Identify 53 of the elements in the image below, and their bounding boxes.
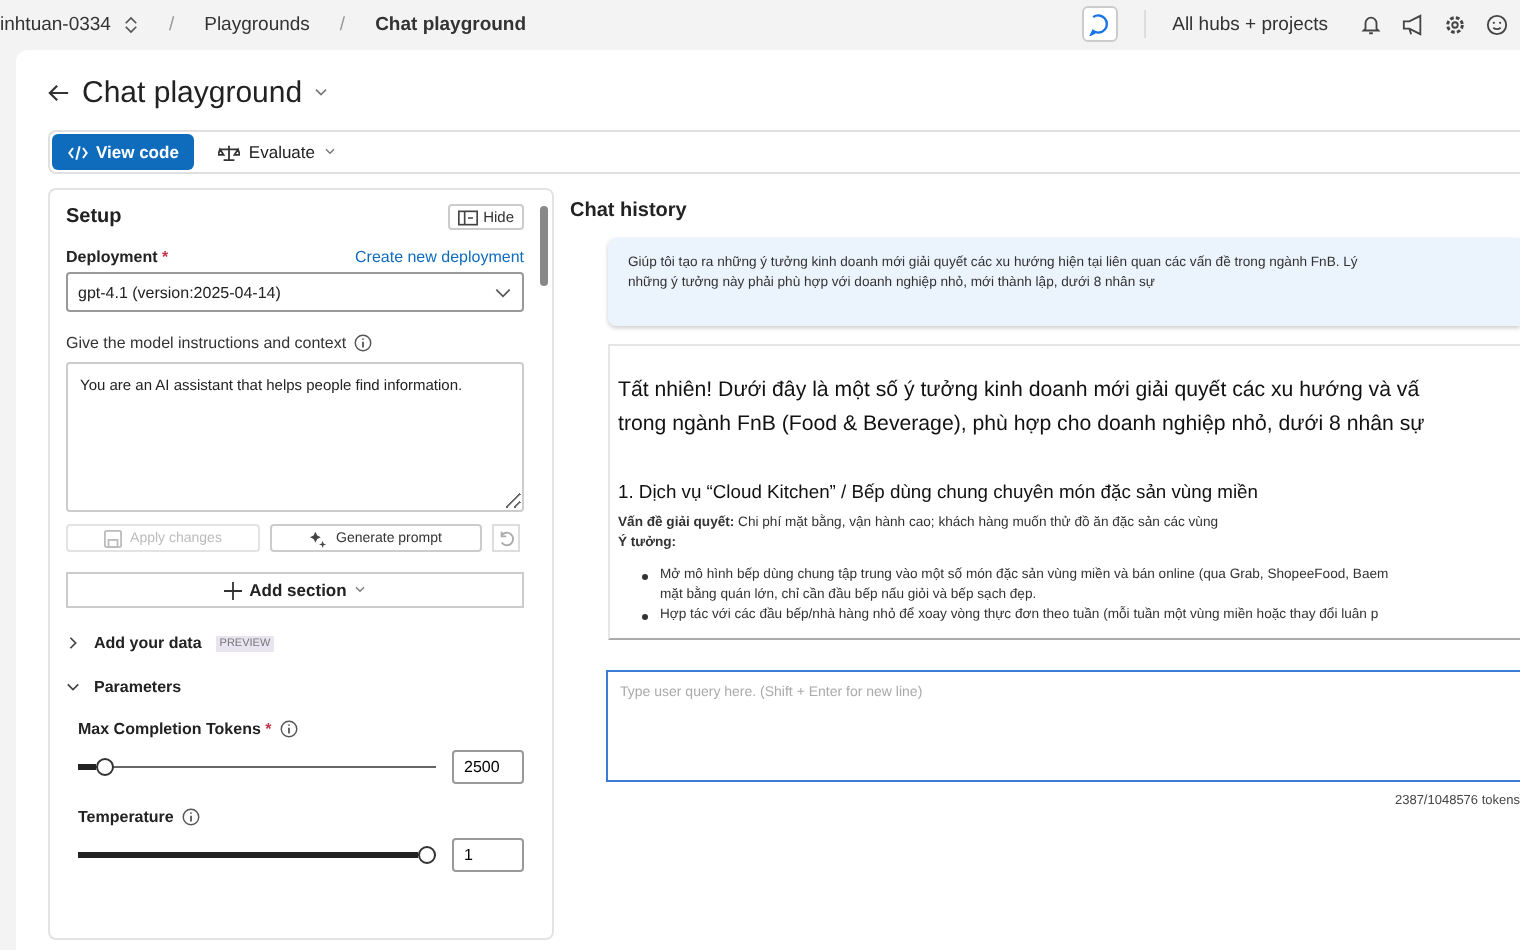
sparkle-icon — [310, 529, 329, 547]
info-icon[interactable] — [279, 720, 298, 738]
parameter-input[interactable]: 1 — [452, 838, 524, 872]
breadcrumb-separator: / — [339, 13, 346, 35]
bullet-dot — [642, 574, 648, 580]
slider-thumb[interactable] — [95, 758, 113, 776]
reply-heading: 1. Dịch vụ “Cloud Kitchen” / Bếp dùng chung chuyên món đặc sản vùng miền — [618, 480, 1260, 502]
breadcrumb-link[interactable]: inhtuan-0334 — [0, 13, 111, 35]
reply-text: Tất nhiên! Dưới đây là một số ý tưởng kinh doanh mới giải quyết các xu hướng và vấ — [618, 376, 1422, 406]
info-icon[interactable] — [354, 334, 373, 352]
settings-icon[interactable] — [1444, 13, 1466, 35]
setup-title: Setup — [66, 206, 122, 228]
deployment-dropdown[interactable]: gpt-4.1 (version:2025-04-14) — [66, 272, 524, 312]
scales-icon — [218, 143, 241, 161]
chat-history-title: Chat history — [570, 200, 689, 222]
chevron-down-icon[interactable] — [314, 87, 329, 97]
chevron-right-icon[interactable] — [66, 636, 80, 650]
page-title: Chat playground — [82, 75, 303, 109]
breadcrumb-link[interactable]: Chat playground — [375, 13, 527, 35]
back-arrow-icon[interactable] — [48, 81, 70, 103]
info-icon[interactable] — [181, 808, 200, 826]
section-header[interactable]: Add your data — [94, 634, 202, 652]
breadcrumb-link[interactable]: Playgrounds — [204, 13, 310, 35]
section-header[interactable]: Parameters — [94, 678, 182, 696]
bullet-dot — [642, 614, 648, 620]
chevron-updown-icon[interactable] — [124, 15, 139, 33]
deployment-label: Deployment * — [66, 248, 169, 266]
instructions-label: Give the model instructions and context — [66, 334, 347, 352]
bell-icon[interactable] — [1360, 13, 1382, 35]
smiley-icon[interactable] — [1486, 13, 1508, 35]
parameter-label: Temperature — [78, 808, 174, 826]
reply-text: trong ngành FnB (Food & Beverage), phù hợp cho doanh nghiệp nhỏ, dưới 8 nhân sự — [618, 410, 1427, 440]
chat-bubble-icon — [1088, 12, 1113, 36]
add-section-button[interactable]: Add section — [66, 572, 524, 608]
chevron-down-icon — [494, 287, 512, 297]
undo-icon — [497, 529, 515, 547]
parameter-input[interactable]: 2500 — [452, 750, 524, 784]
megaphone-icon[interactable] — [1402, 13, 1424, 35]
scope-link[interactable]: All hubs + projects — [1172, 13, 1328, 35]
breadcrumb-separator: / — [168, 13, 175, 35]
plus-icon — [223, 581, 242, 599]
parameter-label: Max Completion Tokens * — [78, 720, 272, 738]
view-code-button[interactable]: View code — [52, 134, 195, 170]
save-icon — [104, 529, 123, 547]
create-deployment-link[interactable]: Create new deployment — [355, 248, 524, 266]
code-icon — [68, 143, 88, 161]
chevron-down-icon — [354, 586, 367, 594]
chevron-down-icon — [323, 148, 336, 156]
slider-thumb[interactable] — [418, 846, 436, 864]
chevron-down-icon[interactable] — [66, 680, 80, 694]
panel-icon — [457, 209, 478, 225]
evaluate-button[interactable]: Evaluate — [206, 140, 348, 164]
copilot-button[interactable] — [1082, 6, 1119, 42]
